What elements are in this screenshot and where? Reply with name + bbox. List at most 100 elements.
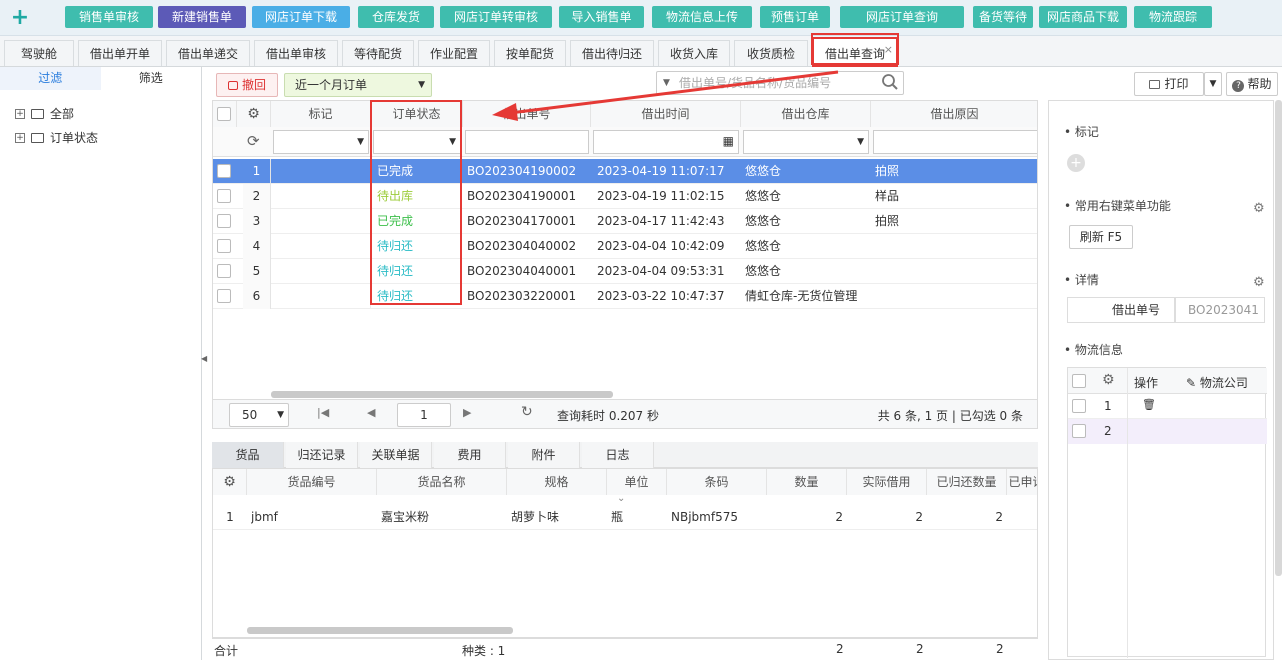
goods-row[interactable]: 1 jbmf 嘉宝米粉 胡萝卜味 瓶 NBjbmf575 2 2 2 — [213, 505, 1037, 530]
first-page-icon[interactable]: |◀ — [317, 406, 329, 419]
gear-icon[interactable]: ⚙ — [213, 469, 247, 495]
top-button-5[interactable]: 导入销售单 — [559, 6, 644, 28]
mark-filter[interactable]: ▼ — [273, 130, 369, 154]
detail-tab-1[interactable]: 归还记录 — [286, 442, 358, 468]
top-button-6[interactable]: 物流信息上传 — [652, 6, 752, 28]
time-filter[interactable]: ▦ — [593, 130, 739, 154]
revoke-button[interactable]: 撤回 — [216, 73, 278, 97]
col-mark[interactable]: 标记 — [271, 101, 371, 127]
print-button[interactable]: 打印 — [1134, 72, 1204, 96]
tab-5[interactable]: 作业配置 — [418, 40, 490, 66]
row-checkbox[interactable] — [217, 214, 231, 228]
trash-icon[interactable]: 🗑 — [1142, 398, 1156, 411]
goods-col-2[interactable]: 规格 — [507, 469, 607, 495]
tab-filter[interactable]: 过滤 — [0, 67, 101, 90]
tab-7[interactable]: 借出待归还 — [570, 40, 654, 66]
expand-icon[interactable]: + — [15, 108, 25, 119]
goods-col-7[interactable]: 已归还数量 — [927, 469, 1007, 495]
top-button-3[interactable]: 仓库发货 — [358, 6, 434, 28]
select-all-checkbox[interactable] — [217, 107, 231, 121]
top-button-2[interactable]: 网店订单下载 — [252, 6, 350, 28]
expand-icon[interactable]: + — [15, 132, 25, 143]
col-time[interactable]: 借出时间 — [591, 101, 741, 127]
tab-8[interactable]: 收货入库 — [658, 40, 730, 66]
detail-tab-5[interactable]: 日志 — [582, 442, 654, 468]
page-input[interactable]: 1 — [397, 403, 451, 427]
page-size-select[interactable]: 50 ▼ — [229, 403, 289, 427]
goods-col-5[interactable]: 数量 — [767, 469, 847, 495]
tab-3[interactable]: 借出单审核 — [254, 40, 338, 66]
row-checkbox[interactable] — [217, 239, 231, 253]
refresh-button[interactable]: 刷新 F5 — [1069, 225, 1133, 249]
detail-tab-4[interactable]: 附件 — [508, 442, 580, 468]
row-checkbox[interactable] — [217, 164, 231, 178]
calendar-icon[interactable]: ▦ — [723, 134, 734, 148]
print-menu-button[interactable]: ▼ — [1204, 72, 1222, 96]
next-page-icon[interactable]: ▶ — [463, 406, 471, 419]
horizontal-scrollbar[interactable] — [247, 627, 513, 634]
table-row[interactable]: 5 待归还 BO202304040001 2023-04-04 09:53:31 悠悠仓 — [213, 259, 1037, 284]
row-checkbox[interactable] — [1072, 424, 1086, 438]
detail-tab-2[interactable]: 关联单据 — [360, 442, 432, 468]
tab-select[interactable]: 筛选 — [100, 67, 201, 90]
gear-icon[interactable]: ⚙ — [1102, 372, 1115, 388]
row-checkbox[interactable] — [217, 289, 231, 303]
logistics-select-all[interactable] — [1072, 374, 1086, 388]
warehouse-filter[interactable]: ▼ — [743, 130, 869, 154]
col-reason[interactable]: 借出原因 — [871, 101, 1037, 127]
tab-1[interactable]: 借出单开单 — [78, 40, 162, 66]
tab-10[interactable]: 借出单查询 × — [812, 37, 898, 67]
goods-col-8[interactable]: 已申请 — [1007, 469, 1037, 495]
table-row[interactable]: 1 已完成 BO202304190002 2023-04-19 11:07:17 悠悠仓… — [213, 159, 1037, 184]
reason-filter[interactable] — [873, 130, 1037, 154]
select-all-checkbox-cell[interactable] — [213, 101, 237, 127]
search-icon[interactable] — [881, 73, 899, 98]
row-checkbox[interactable] — [217, 264, 231, 278]
goods-col-6[interactable]: 实际借用 — [847, 469, 927, 495]
horizontal-scrollbar[interactable] — [271, 391, 613, 398]
status-filter[interactable]: ▼ — [373, 130, 461, 154]
logistics-row[interactable]: 2 — [1068, 419, 1267, 444]
tab-2[interactable]: 借出单递交 — [166, 40, 250, 66]
add-icon[interactable]: + — [10, 6, 30, 30]
goods-col-4[interactable]: 条码 — [667, 469, 767, 495]
logistics-row[interactable]: 1 🗑 — [1068, 394, 1267, 419]
top-button-10[interactable]: 网店商品下载 — [1039, 6, 1127, 28]
top-button-9[interactable]: 备货等待 — [973, 6, 1033, 28]
goods-col-0[interactable]: 货品编号 — [247, 469, 377, 495]
collapse-handle[interactable]: ◀ — [201, 350, 208, 368]
row-checkbox[interactable] — [217, 189, 231, 203]
table-row[interactable]: 6 待归还 BO202303220001 2023-03-22 10:47:37 倩虹仓… — [213, 284, 1037, 309]
top-button-8[interactable]: 网店订单查询 — [840, 6, 964, 28]
tree-item-status[interactable]: + 订单状态 — [15, 129, 98, 146]
col-warehouse[interactable]: 借出仓库 — [741, 101, 871, 127]
vertical-scrollbar[interactable] — [1275, 100, 1282, 576]
tab-6[interactable]: 按单配货 — [494, 40, 566, 66]
refresh-icon[interactable]: ⟳ — [247, 132, 260, 150]
goods-col-1[interactable]: 货品名称 — [377, 469, 507, 495]
table-row[interactable]: 4 待归还 BO202304040002 2023-04-04 10:42:09 悠悠仓 — [213, 234, 1037, 259]
close-icon[interactable]: × — [884, 35, 893, 65]
detail-tab-3[interactable]: 费用 — [434, 442, 506, 468]
prev-page-icon[interactable]: ◀ — [367, 406, 375, 419]
top-button-11[interactable]: 物流跟踪 — [1134, 6, 1212, 28]
row-checkbox[interactable] — [1072, 399, 1086, 413]
top-button-4[interactable]: 网店订单转审核 — [440, 6, 552, 28]
tab-9[interactable]: 收货质检 — [734, 40, 808, 66]
top-button-7[interactable]: 预售订单 — [760, 6, 830, 28]
table-row[interactable]: 3 已完成 BO202304170001 2023-04-17 11:42:43 悠悠仓… — [213, 209, 1037, 234]
tab-4[interactable]: 等待配货 — [342, 40, 414, 66]
detail-tab-0[interactable]: 货品 — [212, 442, 284, 468]
gear-icon[interactable]: ⚙ — [237, 101, 271, 127]
col-order-id[interactable]: 借出单号 — [463, 101, 591, 127]
gear-icon[interactable]: ⚙ — [1253, 276, 1265, 289]
period-select[interactable]: 近一个月订单 ▼ — [284, 73, 432, 97]
top-button-0[interactable]: 销售单审核 — [65, 6, 153, 28]
top-button-1[interactable]: 新建销售单 — [158, 6, 246, 28]
help-button[interactable]: ? 帮助 — [1226, 72, 1278, 96]
search-input[interactable]: ▼ 借出单号/货品名称/货品编号 — [656, 71, 904, 95]
table-row[interactable]: 2 待出库 BO202304190001 2023-04-19 11:02:15 悠悠仓… — [213, 184, 1037, 209]
tree-item-all[interactable]: + 全部 — [15, 105, 74, 122]
reload-icon[interactable]: ↻ — [521, 404, 533, 420]
col-status[interactable]: 订单状态 — [371, 101, 463, 127]
